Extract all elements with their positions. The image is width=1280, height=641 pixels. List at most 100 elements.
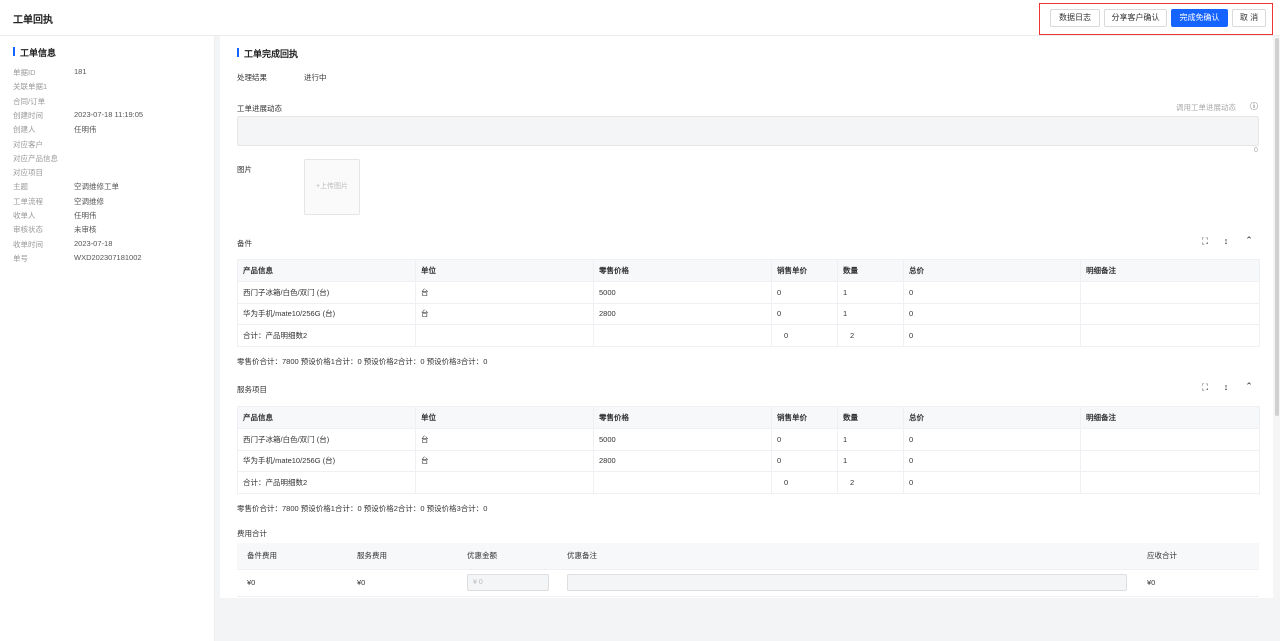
cell-total: 0 [903, 281, 1081, 304]
column-header: 销售单价 [771, 406, 838, 429]
call-progress-link[interactable]: 调用工单进展动态 [1176, 102, 1236, 113]
fees-table: 备件费用 服务费用 优惠金额 优惠备注 应收合计 ¥0 ¥0 ¥ 0 ¥0 [237, 543, 1259, 597]
fee-col-service: 服务费用 [347, 543, 457, 570]
total-row: 合计：产品明细数2 0 2 0 [237, 324, 1260, 347]
cancel-button[interactable]: 取 消 [1232, 9, 1266, 27]
cell-retail: 5000 [593, 281, 772, 304]
table-row: 华为手机/mate10/256G (台) 台 2800 0 1 0 [237, 449, 1260, 472]
result-value: 进行中 [304, 73, 327, 82]
total-price: 0 [771, 324, 838, 347]
info-section-title: 工单信息 [13, 46, 56, 59]
info-key: 合同/订单 [13, 96, 46, 106]
column-header: 零售价格 [593, 259, 772, 282]
cell-empty [415, 471, 594, 494]
info-value: 未审核 [74, 225, 97, 235]
discount-amount-input[interactable]: ¥ 0 [467, 574, 549, 591]
cell-retail: 2800 [593, 302, 772, 325]
table-row: 西门子冰箱/白色/双门 (台) 台 5000 0 1 0 [237, 281, 1260, 304]
sort-icon[interactable]: ↕ [1221, 382, 1231, 392]
info-key: 对应产品信息 [13, 153, 58, 163]
info-value: WXD202307181002 [74, 252, 142, 262]
column-header: 销售单价 [771, 259, 838, 282]
share-customer-confirm-button[interactable]: 分享客户确认 [1104, 9, 1167, 27]
info-key: 单号 [13, 253, 28, 263]
info-value: 任明伟 [74, 125, 97, 135]
column-header: 产品信息 [237, 259, 416, 282]
cell-unit: 台 [415, 449, 594, 472]
upload-image-button[interactable]: +上传图片 [304, 159, 360, 215]
discount-note-input[interactable] [567, 574, 1127, 591]
column-header: 数量 [837, 259, 904, 282]
table-row: 西门子冰箱/白色/双门 (台) 台 5000 0 1 0 [237, 428, 1260, 451]
cell-empty [1080, 471, 1260, 494]
info-key: 收单人 [13, 211, 36, 220]
result-label: 处理结果 [237, 73, 267, 82]
data-log-button[interactable]: 数据日志 [1050, 9, 1100, 27]
cell-retail: 2800 [593, 449, 772, 472]
fee-col-discount-note: 优惠备注 [557, 543, 1137, 570]
receipt-main-panel: 工单完成回执 处理结果 进行中 工单进展动态 调用工单进展动态 ⓘ 0 图片 +… [220, 36, 1272, 598]
char-count: 0 [1254, 147, 1258, 154]
cell-unit: 台 [415, 428, 594, 451]
info-key: 单据ID [13, 68, 36, 77]
total-qty: 2 [837, 324, 904, 347]
complete-no-confirm-button[interactable]: 完成免确认 [1171, 9, 1228, 27]
progress-textarea[interactable] [237, 116, 1259, 146]
service-fee-value: ¥0 [347, 569, 457, 597]
fee-col-receivable: 应收合计 [1137, 543, 1259, 570]
total-total: 0 [903, 471, 1081, 494]
total-label: 合计：产品明细数2 [237, 471, 416, 494]
question-circle-icon[interactable]: ⓘ [1250, 101, 1258, 112]
column-header: 产品信息 [237, 406, 416, 429]
top-bar: 工单回执 数据日志 分享客户确认 完成免确认 取 消 [0, 0, 1280, 36]
fullscreen-icon[interactable]: ⛶ [1200, 236, 1210, 247]
discount-cell: ¥ 0 [457, 569, 557, 597]
info-key: 对应项目 [13, 168, 43, 178]
work-order-info-panel: 工单信息 单据ID 181 关联单据1 合同/订单 创建时间 2023-07-18 11:… [0, 36, 215, 641]
column-header: 明细备注 [1080, 406, 1260, 429]
table-row: 华为手机/mate10/256G (台) 台 2800 0 1 0 [237, 302, 1260, 325]
info-value: 2023-07-18 11:19:05 [74, 109, 144, 119]
parts-fee-value: ¥0 [237, 569, 347, 597]
cell-total: 0 [903, 428, 1081, 451]
cell-retail: 5000 [593, 428, 772, 451]
cell-note [1080, 428, 1260, 451]
total-price: 0 [771, 471, 838, 494]
info-key: 审核状态 [13, 225, 43, 235]
cell-qty: 1 [837, 281, 904, 304]
services-summary: 零售价合计：7800 预设价格1合计：0 预设价格2合计：0 预设价格3合计：0 [237, 504, 488, 513]
info-key: 关联单据1 [13, 82, 48, 92]
info-key: 收单时间 [13, 239, 43, 249]
fee-col-parts: 备件费用 [237, 543, 347, 570]
cell-unit: 台 [415, 302, 594, 325]
info-key: 创建时间 [13, 110, 43, 120]
product-link[interactable]: 华为手机/mate10/256G (台) [237, 302, 416, 325]
image-label: 图片 [237, 165, 252, 174]
cell-note [1080, 449, 1260, 472]
column-header: 零售价格 [593, 406, 772, 429]
cell-empty [593, 324, 772, 347]
info-key: 主题 [13, 182, 28, 192]
column-header: 明细备注 [1080, 259, 1260, 282]
cell-note [1080, 281, 1260, 304]
product-link[interactable]: 西门子冰箱/白色/双门 (台) [237, 281, 416, 304]
cell-note [1080, 302, 1260, 325]
cell-qty: 1 [837, 428, 904, 451]
cell-price: 0 [771, 428, 838, 451]
info-value: 空调维修工单 [74, 182, 119, 192]
product-link[interactable]: 华为手机/mate10/256G (台) [237, 449, 416, 472]
chevron-up-icon[interactable]: ⌃ [1244, 381, 1254, 392]
fullscreen-icon[interactable]: ⛶ [1200, 382, 1210, 393]
parts-table: 产品信息 单位 零售价格 销售单价 数量 总价 明细备注 西门子冰箱/白色/双门 (台) 台 5… [237, 259, 1260, 347]
info-value: 2023-07-18 [74, 238, 113, 248]
cell-empty [593, 471, 772, 494]
sort-icon[interactable]: ↕ [1221, 236, 1231, 246]
parts-summary: 零售价合计：7800 预设价格1合计：0 预设价格2合计：0 预设价格3合计：0 [237, 357, 488, 366]
services-table: 产品信息 单位 零售价格 销售单价 数量 总价 明细备注 西门子冰箱/白色/双门 (台) 台 5… [237, 406, 1260, 494]
cell-qty: 1 [837, 302, 904, 325]
info-value: 任明伟 [74, 211, 97, 220]
scrollbar-thumb[interactable] [1275, 38, 1279, 416]
receivable-value: ¥0 [1137, 569, 1259, 597]
chevron-up-icon[interactable]: ⌃ [1244, 235, 1254, 246]
product-link[interactable]: 西门子冰箱/白色/双门 (台) [237, 428, 416, 451]
